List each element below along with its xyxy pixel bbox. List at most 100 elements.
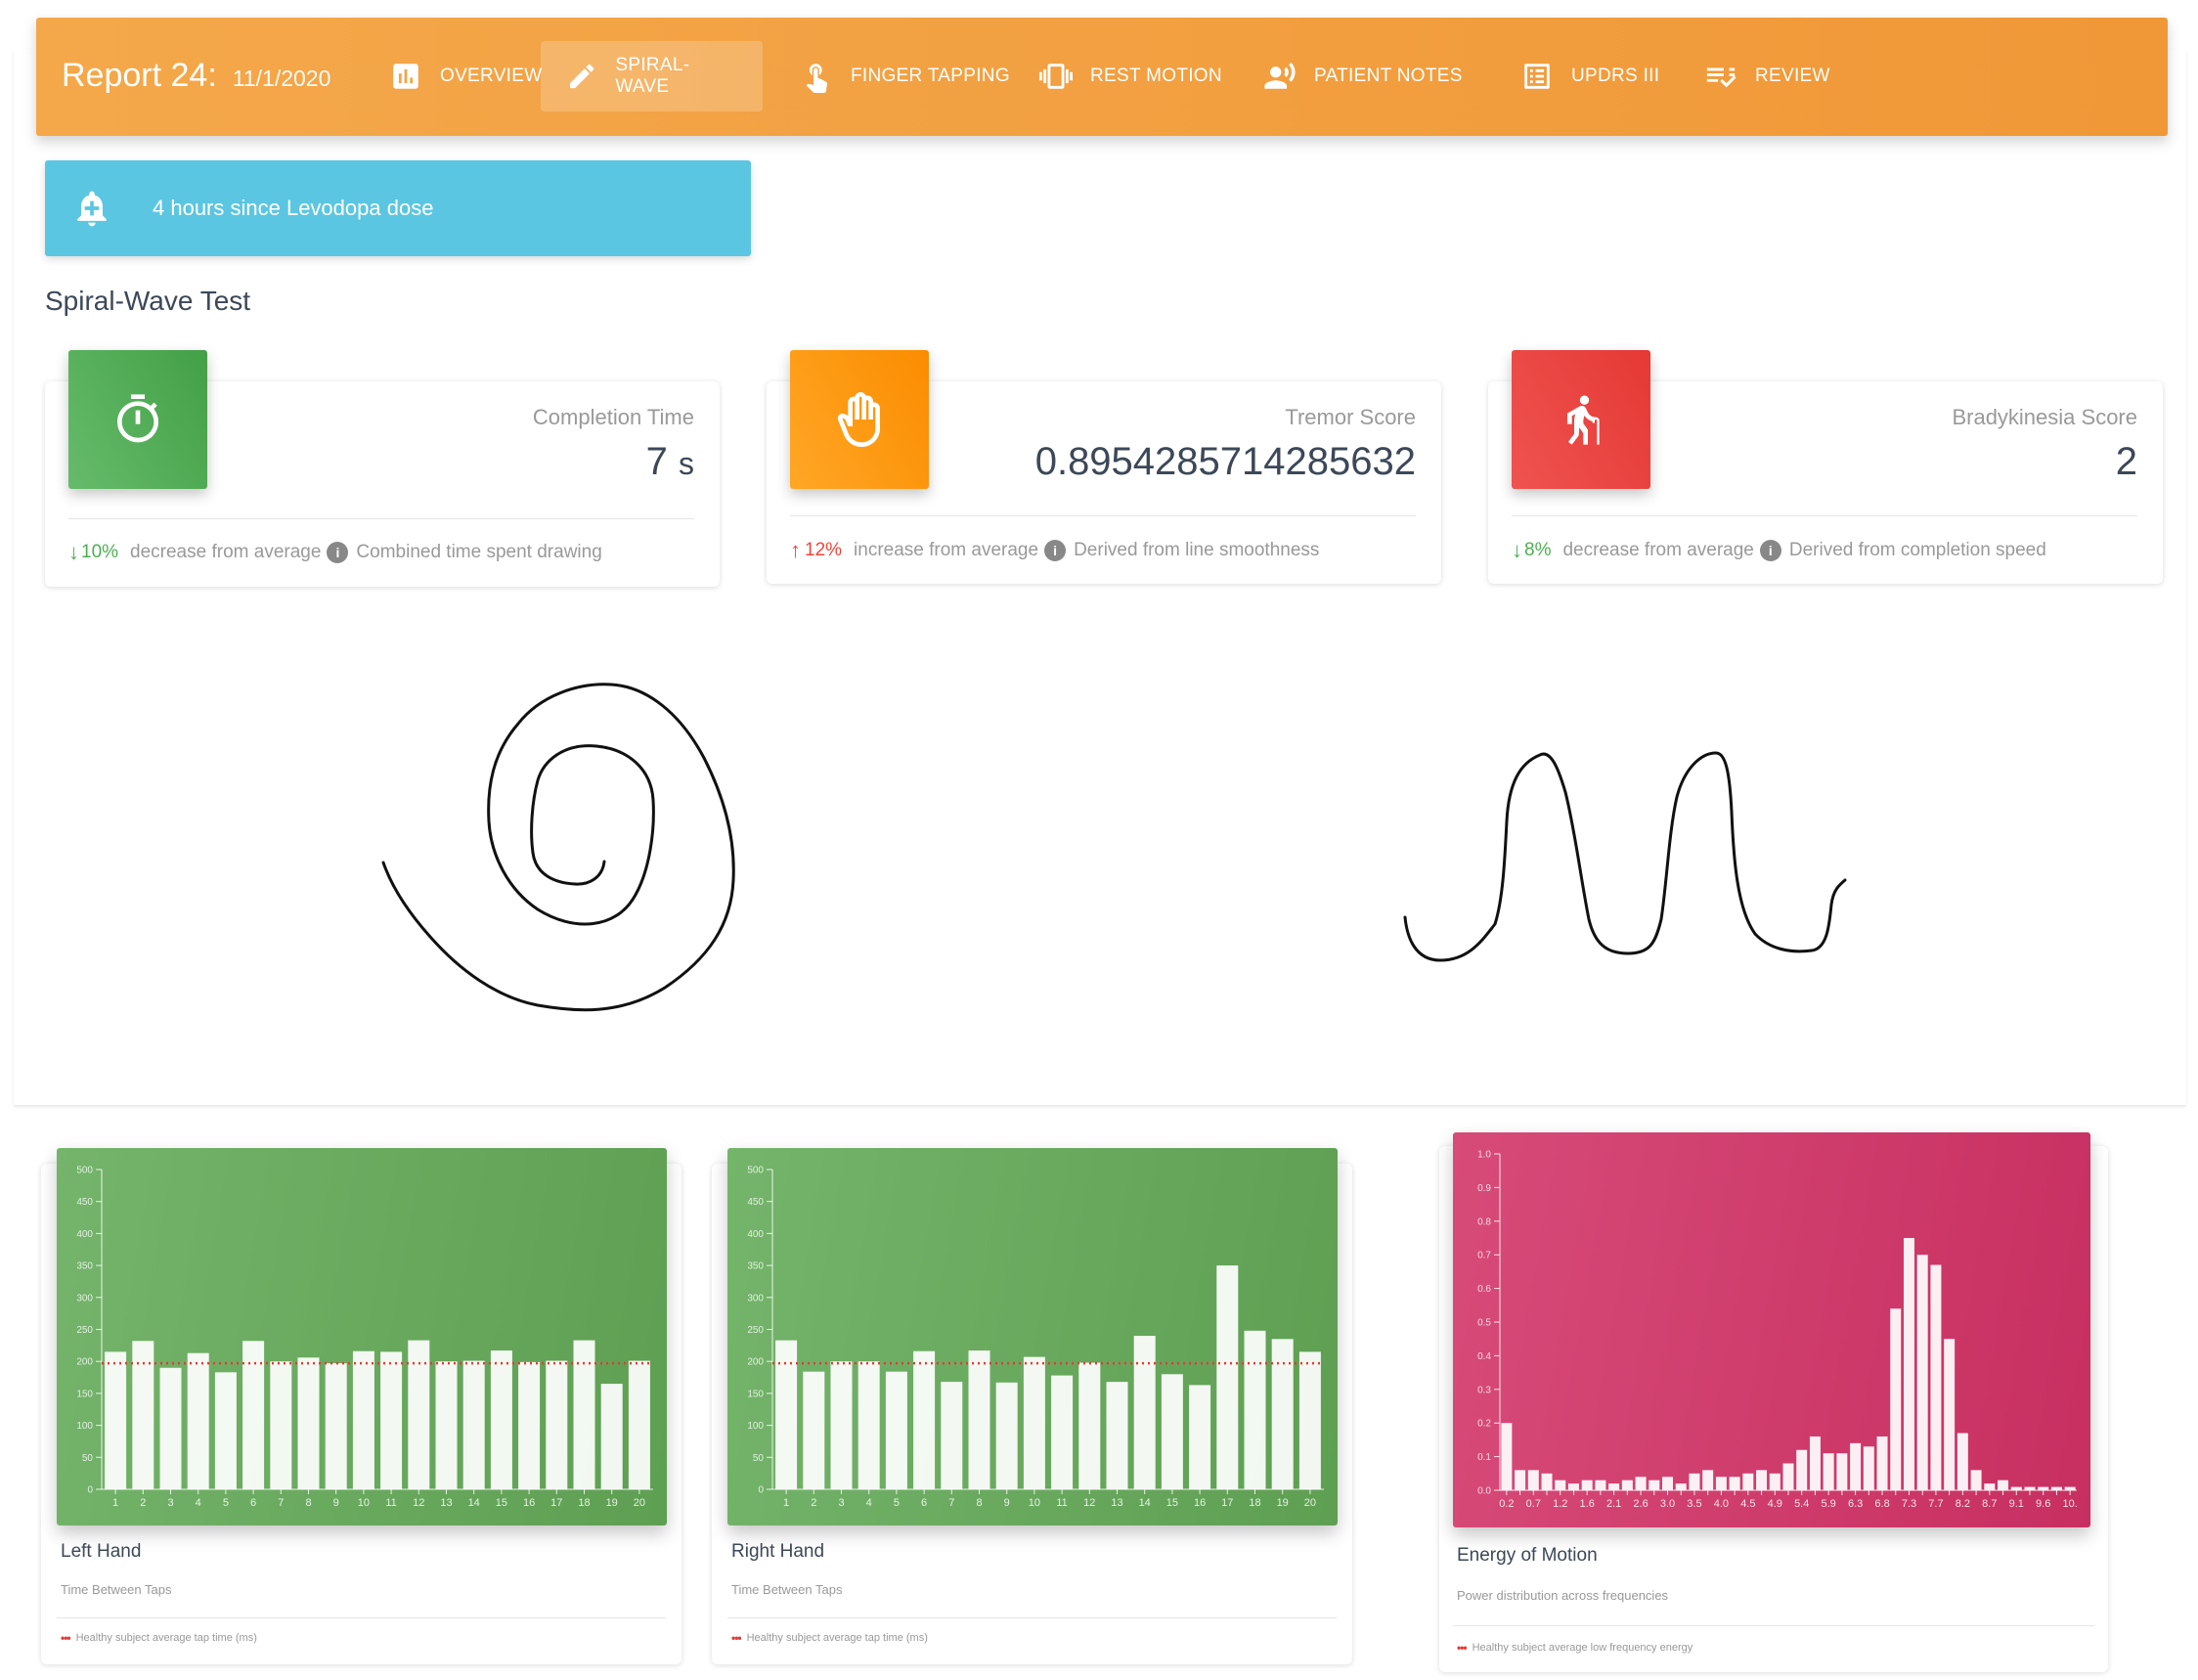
x-tick-label: 0.2	[1499, 1498, 1514, 1510]
x-tick-label: 11	[1056, 1497, 1067, 1509]
x-tick-label: 1.6	[1580, 1498, 1595, 1510]
bar	[1501, 1423, 1513, 1490]
x-tick-label: 5	[223, 1497, 229, 1509]
x-tick-label: 5.4	[1794, 1498, 1809, 1510]
red-dotted-line-icon: •••	[731, 1631, 742, 1645]
x-tick-label: 9.1	[2009, 1498, 2024, 1510]
x-tick-label: 15	[1166, 1497, 1178, 1509]
y-tick-label: 0.1	[1477, 1452, 1491, 1463]
x-tick-label: 4.9	[1768, 1498, 1782, 1510]
y-tick-label: 300	[76, 1293, 93, 1304]
chart-panel: 0.0 0.1 0.2 0.3 0.4 0.5 0.6 0.7 0.8 0.9 1.0 0.2 0.7 1…	[1453, 1132, 2090, 1527]
stat-direction: decrease from average	[130, 542, 322, 562]
x-tick-label: 1	[783, 1497, 789, 1509]
x-tick-label: 11	[385, 1497, 396, 1509]
stat-unit: s	[679, 446, 694, 481]
x-tick-label: 7.7	[1928, 1498, 1943, 1510]
x-tick-label: 4	[866, 1497, 872, 1509]
y-tick-label: 450	[747, 1197, 764, 1208]
touch-app-icon	[806, 64, 827, 93]
y-tick-label: 0.0	[1477, 1486, 1491, 1497]
bar	[352, 1350, 374, 1489]
x-tick-label: 7	[948, 1497, 954, 1509]
y-tick-label: 50	[753, 1453, 765, 1464]
info-icon[interactable]: i	[1044, 540, 1067, 561]
elderly-icon	[1567, 395, 1600, 445]
y-tick-label: 0.2	[1477, 1419, 1491, 1430]
chart-legend: ••• Healthy subject average tap time (ms…	[731, 1631, 928, 1645]
y-tick-label: 500	[747, 1166, 764, 1176]
y-tick-label: 250	[76, 1325, 93, 1336]
x-tick-label: 12	[1083, 1497, 1095, 1509]
y-tick-label: 100	[747, 1421, 764, 1432]
stat-value: 7 s	[645, 440, 694, 483]
info-icon[interactable]: i	[1759, 540, 1781, 561]
bar	[462, 1360, 485, 1489]
stat-icon-box	[1512, 350, 1650, 489]
chart-divider	[727, 1617, 1337, 1618]
nav-spiral-wave[interactable]: SPIRAL-WAVE	[541, 41, 763, 111]
bar	[1595, 1480, 1606, 1490]
bar	[1635, 1477, 1647, 1490]
stat-card-completion-time: Completion Time 7 s ↓ 10% decrease from …	[45, 350, 720, 587]
bar	[2024, 1486, 2036, 1490]
x-tick-label: 20	[634, 1497, 645, 1509]
nav-finger-tapping[interactable]: FINGER TAPPING	[774, 41, 1035, 111]
bar	[518, 1361, 541, 1489]
rule-list-icon	[1706, 67, 1736, 88]
nav-overview[interactable]: OVERVIEW	[364, 41, 567, 111]
nav-rest-motion-label: REST MOTION	[1090, 66, 1222, 86]
record-voice-icon	[1264, 62, 1296, 89]
bar	[1850, 1442, 1862, 1490]
bar	[1863, 1446, 1874, 1490]
bar	[1133, 1336, 1156, 1489]
red-dotted-line-icon: •••	[61, 1631, 71, 1645]
chart-subtitle: Time Between Taps	[61, 1582, 172, 1597]
chart-legend: ••• Healthy subject average tap time (ms…	[61, 1631, 257, 1645]
bar	[628, 1360, 650, 1489]
nav-updrs[interactable]: UPDRS III	[1495, 41, 1685, 111]
x-tick-label: 8.7	[1982, 1498, 1997, 1510]
nav-patient-notes[interactable]: PATIENT NOTES	[1238, 41, 1488, 111]
hand-icon	[837, 392, 880, 447]
bar	[270, 1361, 292, 1489]
bar	[2010, 1486, 2022, 1490]
bar	[1527, 1470, 1539, 1490]
bar	[1078, 1362, 1101, 1489]
y-tick-label: 0.7	[1477, 1251, 1491, 1261]
bar	[1189, 1385, 1211, 1489]
x-tick-label: 19	[1277, 1497, 1289, 1509]
stat-card-tremor-score: Tremor Score 0.8954285714285632 ↑ 12% in…	[767, 350, 1441, 584]
bar	[2038, 1486, 2049, 1490]
bar	[159, 1367, 182, 1489]
stat-card-bradykinesia-score: Bradykinesia Score 2 ↓ 8% decrease from …	[1488, 350, 2163, 584]
nav-review[interactable]: REVIEW	[1679, 41, 1856, 111]
x-tick-label: 10	[1029, 1497, 1040, 1509]
bar	[1782, 1463, 1794, 1490]
nav-rest-motion[interactable]: REST MOTION	[1014, 41, 1248, 111]
bar	[1298, 1351, 1321, 1489]
nav-spiral-wave-label: SPIRAL-WAVE	[615, 55, 690, 97]
x-tick-label: 14	[468, 1497, 480, 1509]
stat-direction: increase from average	[854, 540, 1039, 560]
x-tick-label: 13	[1111, 1497, 1122, 1509]
bar	[2050, 1486, 2062, 1490]
bar	[1998, 1480, 2009, 1490]
bar	[1216, 1265, 1239, 1489]
bar	[968, 1350, 990, 1489]
bar	[1621, 1480, 1633, 1490]
bar	[1742, 1473, 1754, 1490]
x-tick-label: 7	[278, 1497, 284, 1509]
chart-subtitle: Power distribution across frequencies	[1457, 1588, 1669, 1603]
chart-legend: ••• Healthy subject average low frequenc…	[1457, 1641, 1692, 1655]
x-tick-label: 6	[921, 1497, 927, 1509]
bar	[1944, 1339, 1956, 1490]
info-icon[interactable]: i	[327, 542, 349, 563]
bar	[600, 1384, 623, 1489]
x-tick-label: 9	[333, 1497, 339, 1509]
x-tick-label: 3	[167, 1497, 173, 1509]
bar	[1161, 1374, 1183, 1489]
y-tick-label: 150	[747, 1389, 764, 1399]
bar	[1581, 1480, 1593, 1490]
bar	[380, 1351, 403, 1489]
